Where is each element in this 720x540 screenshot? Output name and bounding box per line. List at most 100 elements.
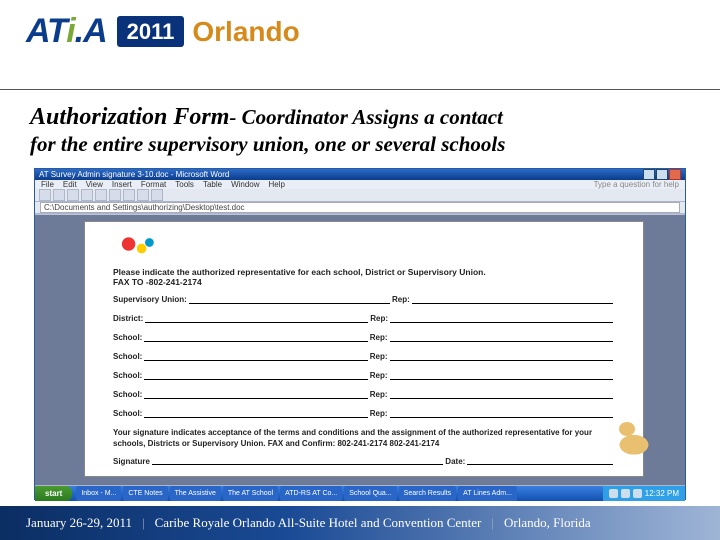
windows-taskbar: start Inbox - M...CTE NotesThe Assistive… — [35, 486, 685, 501]
footer-city: Orlando, Florida — [504, 515, 591, 531]
taskbar-item[interactable]: AT Lines Adm... — [458, 486, 517, 501]
word-window: AT Survey Admin signature 3-10.doc - Mic… — [34, 168, 686, 500]
rep-line — [390, 353, 613, 361]
taskbar-item[interactable]: The AT School — [223, 486, 278, 501]
field-label: School: — [113, 371, 142, 380]
header-divider — [0, 89, 720, 90]
title-bar[interactable]: AT Survey Admin signature 3-10.doc - Mic… — [35, 169, 685, 180]
help-search[interactable]: Type a question for help — [594, 180, 679, 189]
menu-item[interactable]: Window — [231, 180, 259, 189]
menu-item[interactable]: Edit — [63, 180, 77, 189]
field-line — [144, 410, 367, 418]
form-field-row: School: Rep: — [113, 333, 615, 342]
rep-label: Rep: — [370, 314, 388, 323]
field-line — [144, 372, 367, 380]
close-button[interactable] — [669, 169, 681, 180]
heading-line2: for the entire supervisory union, one or… — [30, 132, 690, 156]
footer-venue: Caribe Royale Orlando All-Suite Hotel an… — [155, 515, 482, 531]
window-controls — [643, 169, 681, 180]
field-label: District: — [113, 314, 143, 323]
maximize-button[interactable] — [656, 169, 668, 180]
menu-item[interactable]: Format — [141, 180, 166, 189]
taskbar-item[interactable]: Inbox - M... — [76, 486, 121, 501]
field-label: School: — [113, 333, 142, 342]
system-tray[interactable]: 12:32 PM — [603, 486, 685, 501]
form-disclaimer: Your signature indicates acceptance of t… — [113, 428, 615, 449]
menu-item[interactable]: Tools — [175, 180, 194, 189]
rep-label: Rep: — [370, 333, 388, 342]
cut-icon[interactable] — [95, 189, 107, 201]
form-logo — [113, 232, 165, 262]
document-viewport[interactable]: Please indicate the authorized represent… — [35, 215, 685, 485]
copy-icon[interactable] — [109, 189, 121, 201]
taskbar-item[interactable]: The Assistive — [170, 486, 221, 501]
tray-icon[interactable] — [633, 489, 642, 498]
logo-city: Orlando — [192, 16, 299, 48]
rep-label: Rep: — [370, 352, 388, 361]
rep-line — [412, 296, 613, 304]
rep-line — [390, 315, 613, 323]
signature-line — [152, 457, 443, 465]
rep-line — [390, 334, 613, 342]
date-label: Date: — [445, 457, 465, 466]
form-field-row: School: Rep: — [113, 409, 615, 418]
form-field-row: District: Rep: — [113, 314, 615, 323]
form-field-row: School:Rep: — [113, 371, 615, 380]
field-label: School: — [113, 409, 142, 418]
print-icon[interactable] — [81, 189, 93, 201]
address-field[interactable]: C:\Documents and Settings\authorizing\De… — [40, 202, 680, 213]
heading-rest: - Coordinator Assigns a contact — [229, 105, 502, 129]
menu-item[interactable]: Insert — [112, 180, 132, 189]
minimize-button[interactable] — [643, 169, 655, 180]
field-line — [144, 391, 367, 399]
field-label: Supervisory Union: — [113, 295, 187, 304]
field-line — [145, 315, 368, 323]
footer-sep: | — [142, 515, 145, 531]
signature-row: Signature Date: — [113, 457, 615, 466]
field-line — [189, 296, 390, 304]
menu-bar: File Edit View Insert Format Tools Table… — [35, 180, 685, 189]
open-icon[interactable] — [53, 189, 65, 201]
taskbar-item[interactable]: School Qua... — [344, 486, 396, 501]
undo-icon[interactable] — [137, 189, 149, 201]
rep-label: Rep: — [370, 409, 388, 418]
rep-line — [390, 391, 613, 399]
address-row: C:\Documents and Settings\authorizing\De… — [35, 202, 685, 214]
slide-footer: January 26-29, 2011 | Caribe Royale Orla… — [0, 506, 720, 540]
office-assistant-icon[interactable] — [617, 428, 651, 456]
tray-icon[interactable] — [609, 489, 618, 498]
menu-item[interactable]: View — [86, 180, 103, 189]
window-title: AT Survey Admin signature 3-10.doc - Mic… — [39, 170, 229, 179]
form-field-row: School:Rep: — [113, 390, 615, 399]
heading-line1: Authorization Form- Coordinator Assigns … — [30, 104, 690, 131]
save-icon[interactable] — [67, 189, 79, 201]
rep-label: Rep: — [370, 390, 388, 399]
field-label: School: — [113, 352, 142, 361]
menu-item[interactable]: File — [41, 180, 54, 189]
taskbar-item[interactable]: CTE Notes — [123, 486, 167, 501]
paste-icon[interactable] — [123, 189, 135, 201]
clock[interactable]: 12:32 PM — [645, 489, 679, 498]
menu-item[interactable]: Help — [269, 180, 285, 189]
form-field-row: Supervisory Union:Rep: — [113, 295, 615, 304]
field-line — [144, 334, 367, 342]
document-page: Please indicate the authorized represent… — [84, 221, 644, 477]
tray-icon[interactable] — [621, 489, 630, 498]
rep-line — [390, 372, 613, 380]
redo-icon[interactable] — [151, 189, 163, 201]
date-line — [467, 457, 613, 465]
taskbar-item[interactable]: ATD-RS AT Co... — [280, 486, 342, 501]
rep-line — [390, 410, 613, 418]
logo-atia: ATi.A — [26, 12, 107, 51]
taskbar-item[interactable]: Search Results — [399, 486, 456, 501]
logo-group: ATi.A 2011 Orlando — [26, 12, 694, 51]
form-fax: FAX TO -802-241-2174 — [113, 277, 615, 287]
menu-item[interactable]: Table — [203, 180, 222, 189]
form-field-row: School: Rep: — [113, 352, 615, 361]
form-instruction: Please indicate the authorized represent… — [113, 267, 615, 277]
start-button[interactable]: start — [35, 486, 72, 501]
toolbar-standard — [35, 189, 685, 202]
logo-year: 2011 — [117, 16, 185, 47]
field-line — [144, 353, 367, 361]
new-icon[interactable] — [39, 189, 51, 201]
